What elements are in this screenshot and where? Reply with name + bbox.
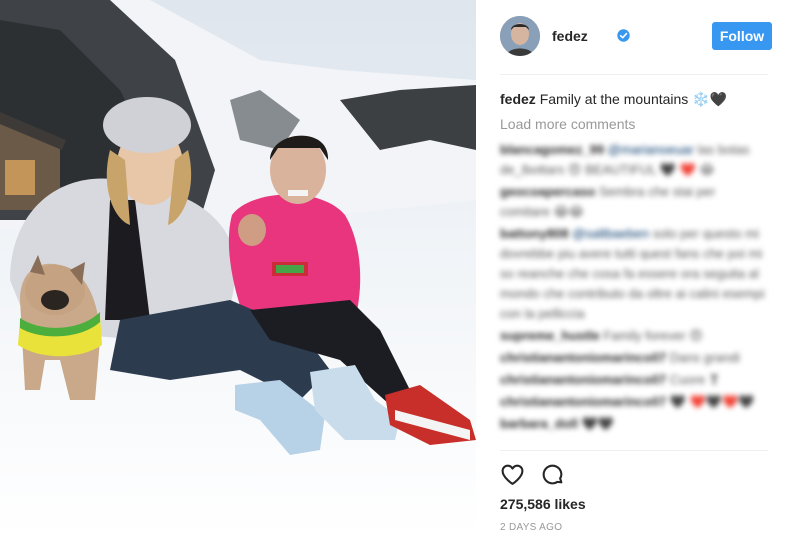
comment-username[interactable]: christianantoniomarinco07 xyxy=(500,350,666,365)
comment-item: barbara_doll 🖤🖤 xyxy=(500,414,768,434)
comment-mention[interactable]: @saltbaeben xyxy=(572,226,649,241)
comment-username[interactable]: geocoapercaso xyxy=(500,184,595,199)
comment-item: battony808 @saltbaeben solo per questo m… xyxy=(500,224,768,324)
comment-item: christianantoniomarinco07 🖤 ❤️🖤❤️🖤 xyxy=(500,392,768,412)
avatar-image xyxy=(500,16,540,56)
comment-item: christianantoniomarinco07 Dans grandi xyxy=(500,348,768,368)
comment-item: geocoapercaso Sembra che stai per comita… xyxy=(500,182,768,222)
post-sidebar: fedez Follow fedez Family at the mountai… xyxy=(476,0,792,537)
comment-item: supreme_hustle Family forever 😍 xyxy=(500,326,768,346)
likes-count[interactable]: 275,586 likes xyxy=(500,496,586,512)
follow-button[interactable]: Follow xyxy=(712,22,772,50)
post-username[interactable]: fedez xyxy=(552,28,588,44)
caption-username[interactable]: fedez xyxy=(500,91,536,107)
comment-text: Cuore ❣ xyxy=(669,372,720,387)
comment-mention[interactable]: @marianoeuar xyxy=(608,142,694,157)
post-caption: fedez Family at the mountains ❄️🖤 xyxy=(500,91,727,108)
comment-item: christianantoniomarinco07 Cuore ❣ xyxy=(500,370,768,390)
post-photo-image xyxy=(0,0,476,537)
verified-badge-icon xyxy=(617,29,630,42)
avatar[interactable] xyxy=(500,16,540,56)
comment-username[interactable]: blancagomez_99 xyxy=(500,142,604,157)
post-photo[interactable] xyxy=(0,0,476,537)
comment-username[interactable]: barbara_doll xyxy=(500,416,578,431)
comment-username[interactable]: christianantoniomarinco07 xyxy=(500,372,666,387)
comment-text: Dans grandi xyxy=(669,350,740,365)
comments-list: blancagomez_99 @marianoeuar las botas de… xyxy=(500,140,768,440)
comment-username[interactable]: battony808 xyxy=(500,226,569,241)
heart-icon[interactable] xyxy=(500,462,525,487)
load-more-comments-link[interactable]: Load more comments xyxy=(500,116,635,132)
comment-text: Family forever 😍 xyxy=(603,328,703,343)
comment-username[interactable]: christianantoniomarinco07 xyxy=(500,394,666,409)
post-timestamp[interactable]: 2 DAYS AGO xyxy=(500,522,562,533)
post-header: fedez Follow xyxy=(500,0,772,75)
post-actions: 275,586 likes 2 DAYS AGO xyxy=(500,450,768,537)
comment-item: blancagomez_99 @marianoeuar las botas de… xyxy=(500,140,768,180)
speech-bubble-icon[interactable] xyxy=(540,462,565,487)
caption-text: Family at the mountains ❄️🖤 xyxy=(539,91,728,107)
comment-username[interactable]: supreme_hustle xyxy=(500,328,600,343)
comment-text: 🖤 ❤️🖤❤️🖤 xyxy=(669,394,755,409)
comment-text: 🖤🖤 xyxy=(581,416,615,431)
